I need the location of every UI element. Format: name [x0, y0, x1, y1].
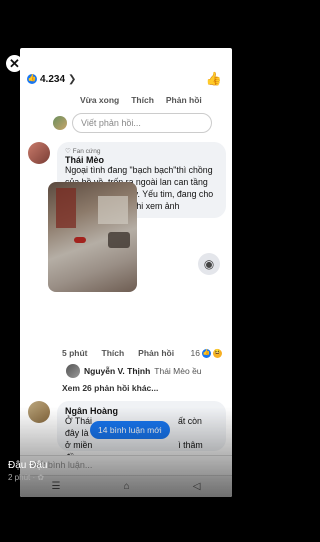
comment-time: 5 phút [62, 348, 88, 358]
sub-reply[interactable]: Nguyễn V. Thịnh Thái Mèo ều [66, 364, 202, 378]
avatar [66, 364, 80, 378]
avatar[interactable] [28, 401, 50, 423]
poster-name[interactable]: Đậu Đậu [8, 460, 47, 471]
like-reaction-icon: 👍 [27, 74, 37, 84]
avatar [53, 116, 67, 130]
comment-meta: 5 phút Thích Phản hồi 16 👍 😆 [62, 348, 222, 358]
thumbs-up-icon[interactable]: 👍 [206, 71, 222, 87]
status-bar [20, 48, 232, 62]
reaction-count: 4.234 [40, 73, 66, 85]
reactions-header[interactable]: 👍 4.234 ❯ 👍 [20, 68, 232, 90]
home-icon[interactable]: ⌂ [124, 481, 130, 492]
comment-author[interactable]: Ngân Hoàng [65, 406, 218, 416]
more-replies-link[interactable]: Xem 26 phản hồi khác... [62, 383, 158, 393]
reply-link[interactable]: Phản hồi [138, 348, 174, 358]
post-time: 2 phút · ✿ [8, 473, 45, 482]
reply-input-row: Viết phản hồi... [53, 113, 212, 133]
bottom-nav: ☰ ⌂ ◁ [20, 475, 232, 497]
reply-time: Vừa xong [80, 95, 120, 105]
eye-icon[interactable]: ◉ [198, 253, 220, 275]
reply-actions: Vừa xong Thích Phản hồi [80, 95, 202, 105]
like-reaction-icon: 👍 [202, 348, 211, 358]
phone-screen: 👍 4.234 ❯ 👍 Vừa xong Thích Phản hồi Viết… [20, 48, 232, 497]
new-comments-button[interactable]: 14 bình luận mới [90, 421, 170, 439]
chevron-right-icon: ❯ [68, 73, 77, 85]
reply-link[interactable]: Phản hồi [166, 95, 202, 105]
comment-author[interactable]: Thái Mèo [65, 155, 218, 165]
back-icon[interactable]: ◁ [193, 481, 201, 492]
fan-badge: ♡ Fan cứng [65, 148, 101, 155]
like-link[interactable]: Thích [131, 95, 154, 105]
reply-input[interactable]: Viết phản hồi... [72, 113, 212, 133]
comment-input[interactable]: Viết bình luận... [20, 455, 232, 475]
haha-reaction-icon: 😆 [213, 348, 222, 358]
like-link[interactable]: Thích [102, 348, 125, 358]
reaction-summary[interactable]: 16 👍 😆 [191, 348, 222, 358]
avatar[interactable] [28, 142, 50, 164]
menu-icon[interactable]: ☰ [52, 481, 61, 492]
comment-photo[interactable] [48, 182, 137, 292]
